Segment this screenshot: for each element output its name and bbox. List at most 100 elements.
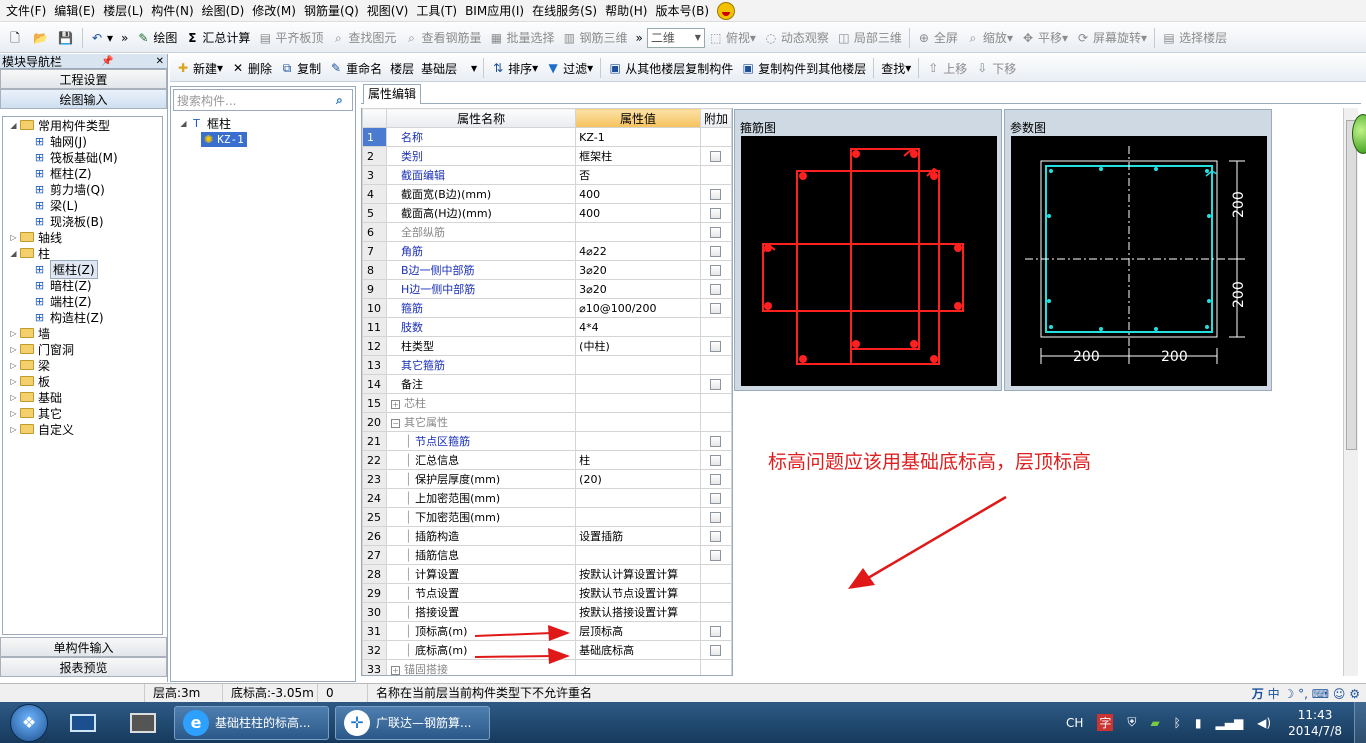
tree-item[interactable]: ⊞ 框柱(Z): [3, 259, 162, 279]
expand-icon[interactable]: ▷: [9, 425, 18, 434]
append-checkbox[interactable]: [710, 455, 722, 466]
tab-property-edit[interactable]: 属性编辑: [363, 84, 422, 104]
append-checkbox[interactable]: [710, 284, 722, 295]
tree-item[interactable]: ▷ 轴线: [3, 229, 162, 245]
find-element-button[interactable]: ⌕ 查找图元: [327, 26, 400, 50]
tree-item[interactable]: ▷ 梁: [3, 357, 162, 373]
property-row[interactable]: 25 │ 下加密范围(mm): [362, 507, 732, 527]
tree-item[interactable]: ⊞ 梁(L): [3, 197, 162, 213]
save-button[interactable]: 💾: [54, 26, 79, 50]
view-rebar-button[interactable]: ⌕ 查看钢筋量: [400, 26, 485, 50]
menu-item[interactable]: 绘图(D): [198, 0, 249, 22]
property-row[interactable]: 3 截面编辑 否: [362, 165, 732, 185]
append-checkbox[interactable]: [710, 379, 722, 390]
sum-calc-button[interactable]: Σ 汇总计算: [181, 26, 254, 50]
draw-button[interactable]: ✎ 绘图: [132, 26, 181, 50]
collapse-icon[interactable]: ◢: [9, 249, 18, 258]
shield-icon[interactable]: ⛨: [1127, 715, 1136, 730]
tree-item[interactable]: ▷ 其它: [3, 405, 162, 421]
ime-toolbar[interactable]: 万 中 ☽ °, ⌨ ☺ ⚙: [1252, 685, 1366, 702]
property-value[interactable]: [575, 488, 701, 508]
close-icon[interactable]: ✕: [153, 56, 167, 67]
move-down-button[interactable]: ⇩ 下移: [971, 56, 1020, 80]
property-value[interactable]: 层顶标高: [575, 621, 701, 641]
tree-item[interactable]: ⊞ 暗柱(Z): [3, 277, 162, 293]
expand-icon[interactable]: ▷: [9, 345, 18, 354]
property-row[interactable]: 31 │ 顶标高(m) 层顶标高: [362, 621, 732, 641]
expand-icon[interactable]: +: [390, 666, 400, 675]
fullscreen-button[interactable]: ⊕ 全屏: [913, 26, 962, 50]
property-value[interactable]: [575, 431, 701, 451]
tree-item[interactable]: ▷ 基础: [3, 389, 162, 405]
new-component-button[interactable]: ✚ 新建 ▾: [172, 56, 227, 80]
collapse-icon[interactable]: ◢: [179, 119, 188, 128]
property-value[interactable]: 按默认计算设置计算: [575, 564, 701, 584]
property-value[interactable]: [575, 659, 701, 675]
expand-icon[interactable]: ▷: [9, 409, 18, 418]
menu-item[interactable]: 帮助(H): [601, 0, 651, 22]
zoom-button[interactable]: ⌕ 缩放 ▾: [962, 26, 1017, 50]
append-checkbox[interactable]: [710, 531, 722, 542]
append-checkbox[interactable]: [710, 208, 722, 219]
menu-item[interactable]: 钢筋量(Q): [300, 0, 363, 22]
tree-item[interactable]: ⊞ 构造柱(Z): [3, 309, 162, 325]
append-checkbox[interactable]: [710, 265, 722, 276]
component-item-kz1[interactable]: ✺ KZ-1: [179, 131, 247, 147]
sort-button[interactable]: ⇅ 排序 ▾: [487, 56, 542, 80]
selected-component[interactable]: ✺ KZ-1: [201, 131, 247, 147]
expand-icon[interactable]: ▷: [9, 377, 18, 386]
pan-button[interactable]: ✥ 平移 ▾: [1017, 26, 1072, 50]
property-value[interactable]: (20): [575, 469, 701, 489]
tree-item[interactable]: ◢ 常用构件类型: [3, 117, 162, 133]
property-row[interactable]: 30 │ 搭接设置 按默认搭接设置计算: [362, 602, 732, 622]
menu-item[interactable]: 版本号(B): [651, 0, 713, 22]
tree-item[interactable]: ⊞ 筏板基础(M): [3, 149, 162, 165]
tree-item[interactable]: ▷ 自定义: [3, 421, 162, 437]
append-checkbox[interactable]: [710, 645, 722, 656]
property-value[interactable]: 3⌀20: [575, 260, 701, 280]
tree-item[interactable]: ⊞ 端柱(Z): [3, 293, 162, 309]
emoji-face-icon[interactable]: [717, 1, 736, 20]
search-icon[interactable]: ⌕: [336, 93, 352, 108]
report-preview-button[interactable]: 报表预览: [0, 657, 167, 677]
property-value[interactable]: [575, 412, 701, 432]
property-row[interactable]: 9 H边一侧中部筋 3⌀20: [362, 279, 732, 299]
taskbar-ie-window[interactable]: e 基础柱柱的标高...: [174, 705, 329, 740]
menu-item[interactable]: BIM应用(I): [461, 0, 528, 22]
rename-button[interactable]: ✎ 重命名: [325, 56, 386, 80]
append-checkbox[interactable]: [710, 151, 722, 162]
collapse-icon[interactable]: −: [390, 419, 400, 428]
property-value[interactable]: ⌀10@100/200: [575, 298, 701, 318]
append-checkbox[interactable]: [710, 189, 722, 200]
menu-item[interactable]: 视图(V): [363, 0, 413, 22]
select-floor-button[interactable]: ▤ 选择楼层: [1158, 26, 1231, 50]
property-value[interactable]: [575, 545, 701, 565]
overflow-chevron-2[interactable]: »: [631, 26, 646, 50]
tree-item[interactable]: ▷ 墙: [3, 325, 162, 341]
expand-icon[interactable]: ▷: [9, 393, 18, 402]
property-row[interactable]: 2 类别 框架柱: [362, 146, 732, 166]
property-value[interactable]: [575, 222, 701, 242]
copy-to-floor-button[interactable]: ▣ 复制构件到其他楼层: [737, 56, 870, 80]
property-row[interactable]: 27 │ 插筋信息: [362, 545, 732, 565]
property-value[interactable]: 400: [575, 184, 701, 204]
tree-item[interactable]: ▷ 门窗洞: [3, 341, 162, 357]
menu-item[interactable]: 构件(N): [147, 0, 197, 22]
dynamic-view-button[interactable]: ◌ 动态观察: [760, 26, 833, 50]
tree-item[interactable]: ⊞ 框柱(Z): [3, 165, 162, 181]
property-value[interactable]: KZ-1: [575, 127, 701, 147]
property-row[interactable]: 8 B边一侧中部筋 3⌀20: [362, 260, 732, 280]
append-checkbox[interactable]: [710, 227, 722, 238]
tree-item[interactable]: ▷ 板: [3, 373, 162, 389]
language-indicator[interactable]: CH: [1066, 716, 1083, 730]
menu-item[interactable]: 在线服务(S): [528, 0, 601, 22]
property-value[interactable]: 4*4: [575, 317, 701, 337]
property-row[interactable]: 33 + 锚固搭接: [362, 659, 732, 675]
move-up-button[interactable]: ⇧ 上移: [922, 56, 971, 80]
rebar-3d-button[interactable]: ▥ 钢筋三维: [558, 26, 631, 50]
bluetooth-icon[interactable]: ᛒ: [1174, 716, 1181, 730]
rotate-button[interactable]: ⟳ 屏幕旋转 ▾: [1072, 26, 1151, 50]
append-checkbox[interactable]: [710, 474, 722, 485]
property-value[interactable]: (中柱): [575, 336, 701, 356]
property-value[interactable]: 3⌀20: [575, 279, 701, 299]
